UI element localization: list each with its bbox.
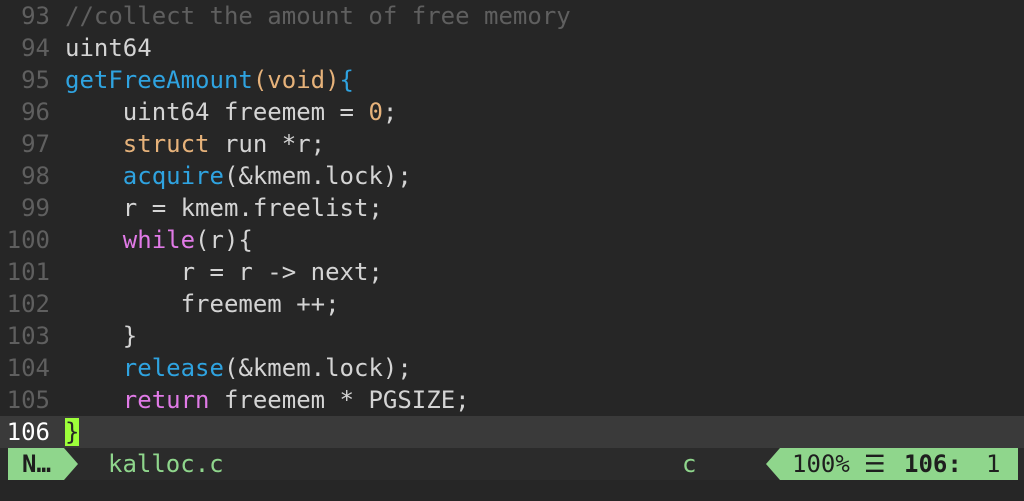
- code-token: uint64 freemem =: [65, 98, 369, 126]
- code-text: r = kmem.freelist;: [65, 192, 383, 224]
- line-number: 93: [21, 2, 50, 30]
- code-line[interactable]: 97 struct run *r;: [0, 128, 1024, 160]
- code-token: r = kmem.freelist;: [65, 194, 383, 222]
- cursor-column: 1: [986, 450, 1001, 478]
- code-token: (: [252, 66, 268, 94]
- file-type: c: [682, 450, 697, 478]
- line-number: 96: [21, 98, 50, 126]
- code-text: }: [65, 416, 80, 448]
- line-number: 105: [6, 386, 50, 414]
- line-number: 102: [6, 290, 50, 318]
- code-token: return: [122, 386, 210, 414]
- code-token: getFreeAmount: [65, 66, 253, 94]
- code-editor[interactable]: 93 //collect the amount of free memory 94 u…: [0, 0, 1024, 448]
- code-line[interactable]: 93 //collect the amount of free memory: [0, 0, 1024, 32]
- line-number: 97: [21, 130, 50, 158]
- code-token: uint64: [65, 34, 152, 62]
- code-text: return freemem * PGSIZE;: [65, 384, 470, 416]
- code-text: uint64 freemem = 0;: [65, 96, 398, 128]
- code-token: freemem * PGSIZE;: [209, 386, 470, 414]
- mode-indicator: N…: [8, 448, 64, 480]
- code-token: //collect the amount of free memory: [65, 2, 571, 30]
- code-text: release(&kmem.lock);: [65, 352, 412, 384]
- code-token: (r){: [195, 226, 253, 254]
- code-token: run *r;: [209, 130, 326, 158]
- code-line[interactable]: 103 }: [0, 320, 1024, 352]
- position-separator-icon: [766, 448, 780, 480]
- code-line[interactable]: 102 freemem ++;: [0, 288, 1024, 320]
- text-cursor: }: [65, 418, 80, 446]
- code-text: struct run *r;: [65, 128, 325, 160]
- code-line[interactable]: 96 uint64 freemem = 0;: [0, 96, 1024, 128]
- status-line: N… kalloc.c c 100% ☰ 106: 1: [0, 448, 1024, 480]
- code-text: }: [65, 320, 137, 352]
- code-text: while(r){: [65, 224, 253, 256]
- code-line[interactable]: 105 return freemem * PGSIZE;: [0, 384, 1024, 416]
- code-token: (&kmem.lock);: [223, 162, 412, 190]
- cursor-line: 106:: [904, 450, 962, 478]
- code-token: release: [122, 354, 224, 382]
- code-text: uint64: [65, 32, 152, 64]
- code-token: while: [122, 226, 196, 254]
- code-token: ;: [382, 98, 398, 126]
- code-token: (&kmem.lock);: [223, 354, 412, 382]
- code-token: }: [65, 322, 138, 350]
- line-number: 99: [21, 194, 50, 222]
- mode-separator-icon: [64, 448, 78, 480]
- code-text: acquire(&kmem.lock);: [65, 160, 412, 192]
- code-token: void: [267, 66, 326, 94]
- code-text: freemem ++;: [65, 288, 340, 320]
- line-number: 104: [6, 354, 50, 382]
- code-line[interactable]: 101 r = r -> next;: [0, 256, 1024, 288]
- code-token: freemem ++;: [65, 290, 340, 318]
- line-number: 98: [21, 162, 50, 190]
- code-line[interactable]: 98 acquire(&kmem.lock);: [0, 160, 1024, 192]
- cursor-position-segment: 100% ☰ 106: 1: [780, 448, 1018, 480]
- code-line[interactable]: 106}: [0, 416, 1024, 448]
- code-token: ): [325, 66, 340, 94]
- line-number: 101: [6, 258, 50, 286]
- code-text: //collect the amount of free memory: [65, 0, 571, 32]
- code-text: getFreeAmount(void){: [65, 64, 354, 96]
- code-line[interactable]: 94 uint64: [0, 32, 1024, 64]
- scroll-percent: 100%: [792, 450, 850, 478]
- code-line[interactable]: 104 release(&kmem.lock);: [0, 352, 1024, 384]
- line-number: 94: [21, 34, 50, 62]
- line-number: 103: [6, 322, 50, 350]
- code-token: acquire: [122, 162, 224, 190]
- file-name: kalloc.c: [108, 450, 224, 478]
- code-token: r = r -> next;: [65, 258, 383, 286]
- command-line[interactable]: [0, 480, 1024, 501]
- line-number: 95: [21, 66, 50, 94]
- code-token: 0: [368, 98, 383, 126]
- code-token: struct: [122, 130, 210, 158]
- line-number-icon: ☰: [864, 450, 886, 478]
- code-line[interactable]: 99 r = kmem.freelist;: [0, 192, 1024, 224]
- code-line[interactable]: 95 getFreeAmount(void){: [0, 64, 1024, 96]
- code-text: r = r -> next;: [65, 256, 383, 288]
- code-line[interactable]: 100 while(r){: [0, 224, 1024, 256]
- code-token: {: [339, 66, 354, 94]
- line-number: 100: [6, 226, 50, 254]
- line-number: 106: [6, 418, 50, 446]
